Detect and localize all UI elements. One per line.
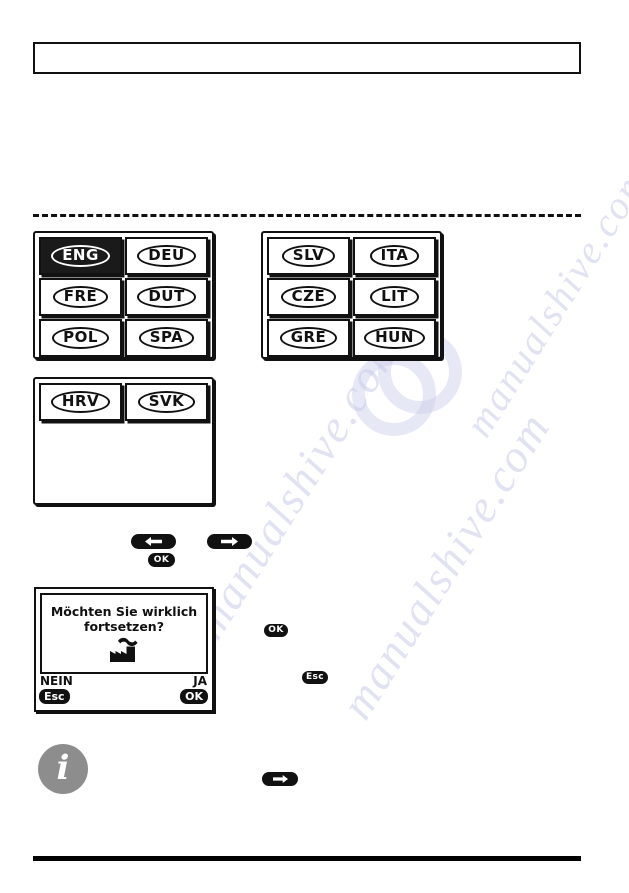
key-badge-esc-side[interactable]: Esc	[302, 671, 328, 684]
language-key-spa[interactable]: SPA	[125, 319, 208, 357]
language-key-svk[interactable]: SVK	[125, 383, 208, 421]
language-panel-3: HRV SVK	[33, 377, 214, 505]
key-badge-ok-side[interactable]: OK	[264, 624, 288, 637]
language-key-eng[interactable]: ENG	[39, 237, 122, 275]
language-key-label: GRE	[279, 327, 338, 349]
dialog-footer: NEIN JA Esc OK	[36, 674, 212, 710]
key-badge-ok-nav[interactable]: OK	[148, 553, 175, 567]
language-key-label: HUN	[364, 327, 425, 349]
language-key-label: DUT	[137, 286, 196, 308]
key-badge-right-arrow[interactable]	[207, 534, 252, 549]
dialog-body: Möchten Sie wirklich fortsetzen?	[40, 593, 208, 674]
watermark-text: manualshive.com	[455, 158, 629, 445]
dialog-message-line-1: Möchten Sie wirklich	[50, 604, 198, 619]
dialog-esc-key[interactable]: Esc	[39, 689, 70, 704]
arrow-left-icon	[145, 537, 162, 546]
info-icon-glyph: i	[56, 748, 70, 788]
language-key-label: ENG	[51, 245, 110, 267]
language-key-pol[interactable]: POL	[39, 319, 122, 357]
language-key-label: DEU	[137, 245, 196, 267]
dialog-ok-key[interactable]: OK	[180, 689, 208, 704]
info-icon: i	[38, 744, 88, 794]
footer-rule	[33, 856, 581, 861]
language-panel-1: ENG DEU FRE DUT POL SPA	[33, 231, 214, 359]
factory-icon	[110, 637, 138, 662]
language-key-label: SVK	[137, 391, 196, 413]
top-caption-box	[33, 42, 581, 74]
language-key-cze[interactable]: CZE	[267, 278, 350, 316]
dashed-separator	[33, 214, 581, 217]
arrow-right-icon	[272, 775, 288, 783]
watermark-text: manualshive.com	[182, 323, 412, 648]
language-key-grid: ENG DEU FRE DUT POL SPA	[35, 233, 212, 361]
key-badge-right-arrow-bottom[interactable]	[262, 772, 298, 786]
language-panel-2: SLV ITA CZE LIT GRE HUN	[261, 231, 442, 359]
language-key-label: HRV	[50, 391, 111, 413]
language-key-grid: HRV SVK	[35, 379, 212, 425]
language-key-hun[interactable]: HUN	[353, 319, 436, 357]
language-key-hrv[interactable]: HRV	[39, 383, 122, 421]
dialog-no-label: NEIN	[40, 674, 73, 688]
confirmation-dialog: Möchten Sie wirklich fortsetzen? NEIN JA…	[34, 587, 214, 712]
language-key-slv[interactable]: SLV	[267, 237, 350, 275]
language-key-label: LIT	[370, 286, 419, 308]
language-key-deu[interactable]: DEU	[125, 237, 208, 275]
watermark-ring	[352, 352, 436, 436]
language-key-label: SLV	[281, 245, 336, 267]
arrow-right-icon	[221, 537, 238, 546]
language-key-ita[interactable]: ITA	[353, 237, 436, 275]
language-key-label: CZE	[280, 286, 337, 308]
language-key-grid: SLV ITA CZE LIT GRE HUN	[263, 233, 440, 361]
key-badge-label: OK	[153, 554, 170, 565]
language-key-label: FRE	[52, 286, 109, 308]
language-key-label: POL	[52, 327, 109, 349]
dialog-message-line-2: fortsetzen?	[84, 619, 164, 634]
key-badge-left-arrow[interactable]	[131, 534, 176, 549]
key-badge-label: OK	[268, 625, 284, 635]
dialog-yes-label: JA	[193, 674, 207, 688]
language-key-lit[interactable]: LIT	[353, 278, 436, 316]
language-key-label: SPA	[138, 327, 195, 349]
key-badge-label: Esc	[305, 672, 325, 682]
language-key-label: ITA	[369, 245, 420, 267]
language-key-fre[interactable]: FRE	[39, 278, 122, 316]
dialog-message: Möchten Sie wirklich fortsetzen?	[46, 604, 202, 634]
language-key-dut[interactable]: DUT	[125, 278, 208, 316]
language-key-gre[interactable]: GRE	[267, 319, 350, 357]
watermark-text: manualshive.com	[330, 403, 560, 728]
